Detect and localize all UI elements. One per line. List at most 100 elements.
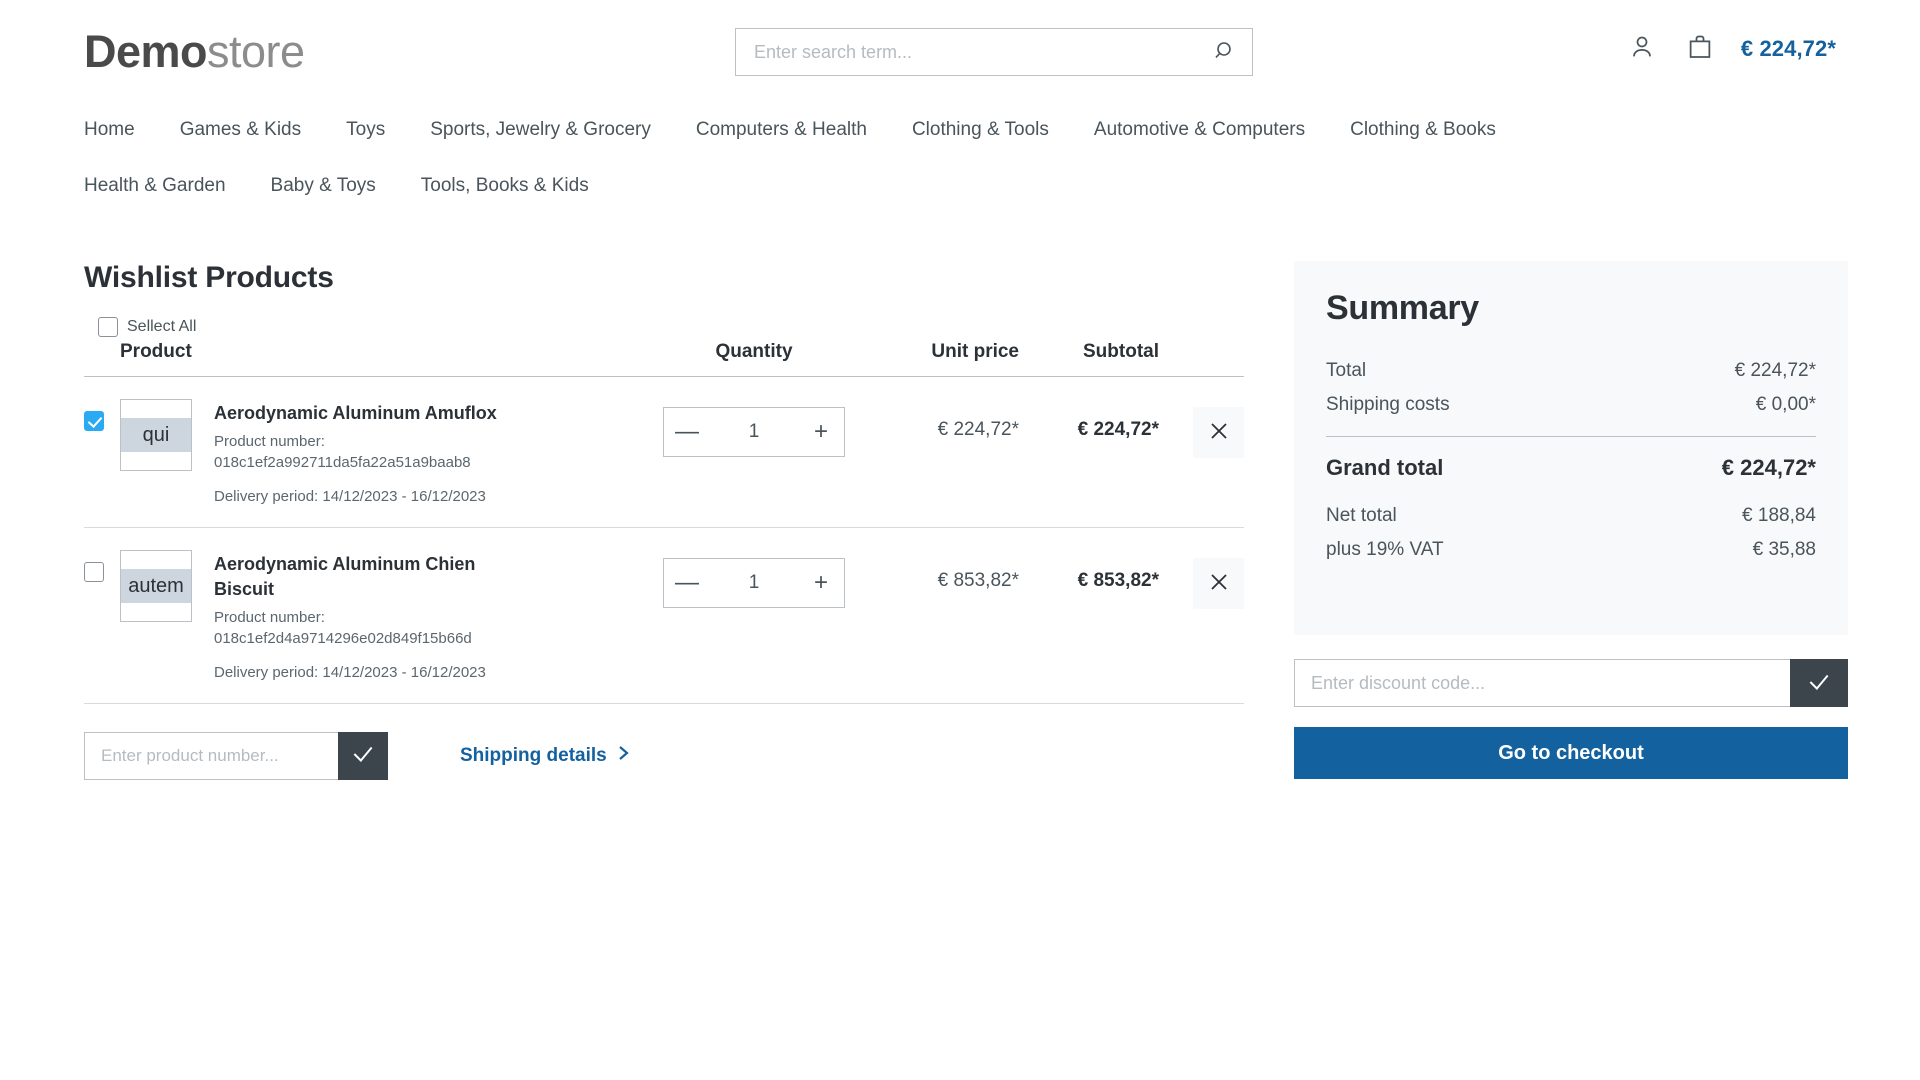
- search-button[interactable]: [1196, 29, 1252, 75]
- vat-label: plus 19% VAT: [1326, 539, 1444, 560]
- summary-card: Summary Total € 224,72* Shipping costs €…: [1294, 261, 1848, 635]
- table-header: Product Quantity Unit price Subtotal: [84, 341, 1244, 377]
- header-subtotal: Subtotal: [1083, 341, 1159, 362]
- select-all-row: Sellect All: [98, 317, 1244, 337]
- table-row: autem Aerodynamic Aluminum Chien Biscuit…: [84, 528, 1244, 704]
- remove-item-button[interactable]: [1193, 558, 1244, 610]
- nav-item-clothing-tools[interactable]: Clothing & Tools: [912, 102, 1049, 158]
- shipping-details-label: Shipping details: [460, 744, 607, 766]
- wishlist-section: Wishlist Products Sellect All Product Qu…: [84, 261, 1244, 780]
- product-number-value: 018c1ef2d4a9714296e02d849f15b66d: [214, 629, 472, 647]
- net-total-label: Net total: [1326, 505, 1397, 526]
- product-info: Aerodynamic Aluminum Amuflox Product num…: [214, 399, 497, 507]
- summary-divider: [1326, 436, 1816, 437]
- product-thumbnail[interactable]: autem: [120, 550, 192, 623]
- nav-item-baby-toys[interactable]: Baby & Toys: [271, 158, 376, 214]
- header-product: Product: [120, 341, 192, 362]
- product-number-submit-button[interactable]: [338, 731, 388, 780]
- subtotal-value: € 224,72*: [1077, 419, 1159, 440]
- search-icon: [1213, 39, 1237, 66]
- quantity-stepper: — +: [663, 558, 845, 609]
- select-all-label: Sellect All: [127, 318, 197, 335]
- row-select-checkbox[interactable]: [84, 411, 104, 431]
- quantity-stepper: — +: [663, 407, 845, 457]
- discount-submit-button[interactable]: [1790, 659, 1848, 707]
- page-title: Wishlist Products: [84, 261, 334, 294]
- close-icon: [1207, 570, 1231, 597]
- nav-item-home[interactable]: Home: [84, 102, 135, 158]
- cart-total-amount[interactable]: € 224,72*: [1741, 36, 1836, 62]
- unit-price-value: € 853,82*: [937, 570, 1019, 592]
- nav-item-computers-health[interactable]: Computers & Health: [696, 102, 867, 158]
- summary-line-shipping: Shipping costs € 0,00*: [1326, 388, 1816, 422]
- wishlist-footer: Shipping details: [84, 731, 1244, 780]
- close-icon: [1207, 419, 1231, 446]
- nav-item-toys[interactable]: Toys: [346, 102, 385, 158]
- quantity-increase-button[interactable]: +: [798, 559, 844, 607]
- product-thumbnail-text: autem: [121, 569, 191, 604]
- remove-item-button[interactable]: [1193, 407, 1244, 458]
- grand-total-value: € 224,72*: [1721, 455, 1816, 480]
- summary-line-total: Total € 224,72*: [1326, 354, 1816, 388]
- shipping-details-link[interactable]: Shipping details: [460, 744, 631, 768]
- chevron-right-icon: [617, 744, 631, 768]
- row-select-checkbox[interactable]: [84, 562, 104, 583]
- nav-item-games-kids[interactable]: Games & Kids: [180, 102, 301, 158]
- person-icon: [1627, 32, 1657, 65]
- unit-price-value: € 224,72*: [937, 419, 1019, 440]
- product-number-value: 018c1ef2a992711da5fa22a51a9baab8: [214, 454, 471, 472]
- go-to-checkout-button[interactable]: Go to checkout: [1294, 727, 1848, 779]
- row-remove-cell: [1159, 399, 1244, 458]
- summary-line-grand-total: Grand total € 224,72*: [1326, 449, 1816, 499]
- check-icon: [350, 741, 376, 770]
- cart-button[interactable]: [1683, 30, 1717, 67]
- discount-code-input[interactable]: [1294, 659, 1790, 707]
- quantity-decrease-button[interactable]: —: [664, 559, 710, 607]
- logo-bold-text: Demo: [84, 25, 208, 77]
- product-thumbnail-text: qui: [121, 418, 191, 452]
- quantity-input[interactable]: [710, 572, 798, 595]
- product-name[interactable]: Aerodynamic Aluminum Amuflox: [214, 401, 497, 425]
- nav-item-sports-jewelry-grocery[interactable]: Sports, Jewelry & Grocery: [430, 102, 651, 158]
- product-name[interactable]: Aerodynamic Aluminum Chien Biscuit: [214, 552, 514, 601]
- delivery-period: Delivery period: 14/12/2023 - 16/12/2023: [214, 488, 486, 506]
- row-remove-cell: [1159, 550, 1244, 610]
- row-checkbox-cell: [84, 550, 120, 587]
- search-input[interactable]: [736, 29, 1196, 75]
- summary-section: Summary Total € 224,72* Shipping costs €…: [1294, 261, 1848, 779]
- delivery-period: Delivery period: 14/12/2023 - 16/12/2023: [214, 663, 486, 681]
- quantity-input[interactable]: [710, 421, 798, 443]
- row-product-cell: autem Aerodynamic Aluminum Chien Biscuit…: [120, 550, 654, 683]
- site-header: Demostore € 224,72: [0, 0, 1920, 102]
- row-product-cell: qui Aerodynamic Aluminum Amuflox Product…: [120, 399, 654, 507]
- grand-total-label: Grand total: [1326, 455, 1444, 480]
- net-total-value: € 188,84: [1742, 505, 1816, 526]
- account-button[interactable]: [1625, 30, 1659, 67]
- product-number-label: Product number:: [214, 608, 325, 626]
- header-quantity: Quantity: [715, 341, 793, 362]
- select-all-checkbox[interactable]: [98, 317, 118, 337]
- nav-item-health-garden[interactable]: Health & Garden: [84, 158, 226, 214]
- site-logo[interactable]: Demostore: [84, 29, 305, 74]
- summary-line-vat: plus 19% VAT € 35,88: [1326, 533, 1816, 567]
- discount-form: [1294, 659, 1848, 707]
- quantity-increase-button[interactable]: +: [798, 408, 844, 456]
- summary-spacer: [1326, 567, 1816, 595]
- summary-shipping-label: Shipping costs: [1326, 394, 1450, 415]
- vat-value: € 35,88: [1752, 539, 1816, 560]
- summary-total-label: Total: [1326, 360, 1367, 381]
- product-thumbnail[interactable]: qui: [120, 399, 192, 471]
- logo-light-text: store: [207, 25, 305, 77]
- header-actions: € 224,72*: [1625, 30, 1836, 67]
- summary-total-value: € 224,72*: [1734, 360, 1816, 381]
- summary-title: Summary: [1326, 289, 1479, 327]
- nav-item-tools-books-kids[interactable]: Tools, Books & Kids: [421, 158, 589, 214]
- product-number-input[interactable]: [84, 731, 338, 780]
- nav-item-automotive-computers[interactable]: Automotive & Computers: [1094, 102, 1305, 158]
- check-icon: [1806, 669, 1832, 698]
- search-bar: [735, 28, 1253, 76]
- product-number-form: [84, 731, 388, 780]
- product-number-label: Product number:: [214, 433, 325, 451]
- nav-item-clothing-books[interactable]: Clothing & Books: [1350, 102, 1496, 158]
- quantity-decrease-button[interactable]: —: [664, 408, 710, 456]
